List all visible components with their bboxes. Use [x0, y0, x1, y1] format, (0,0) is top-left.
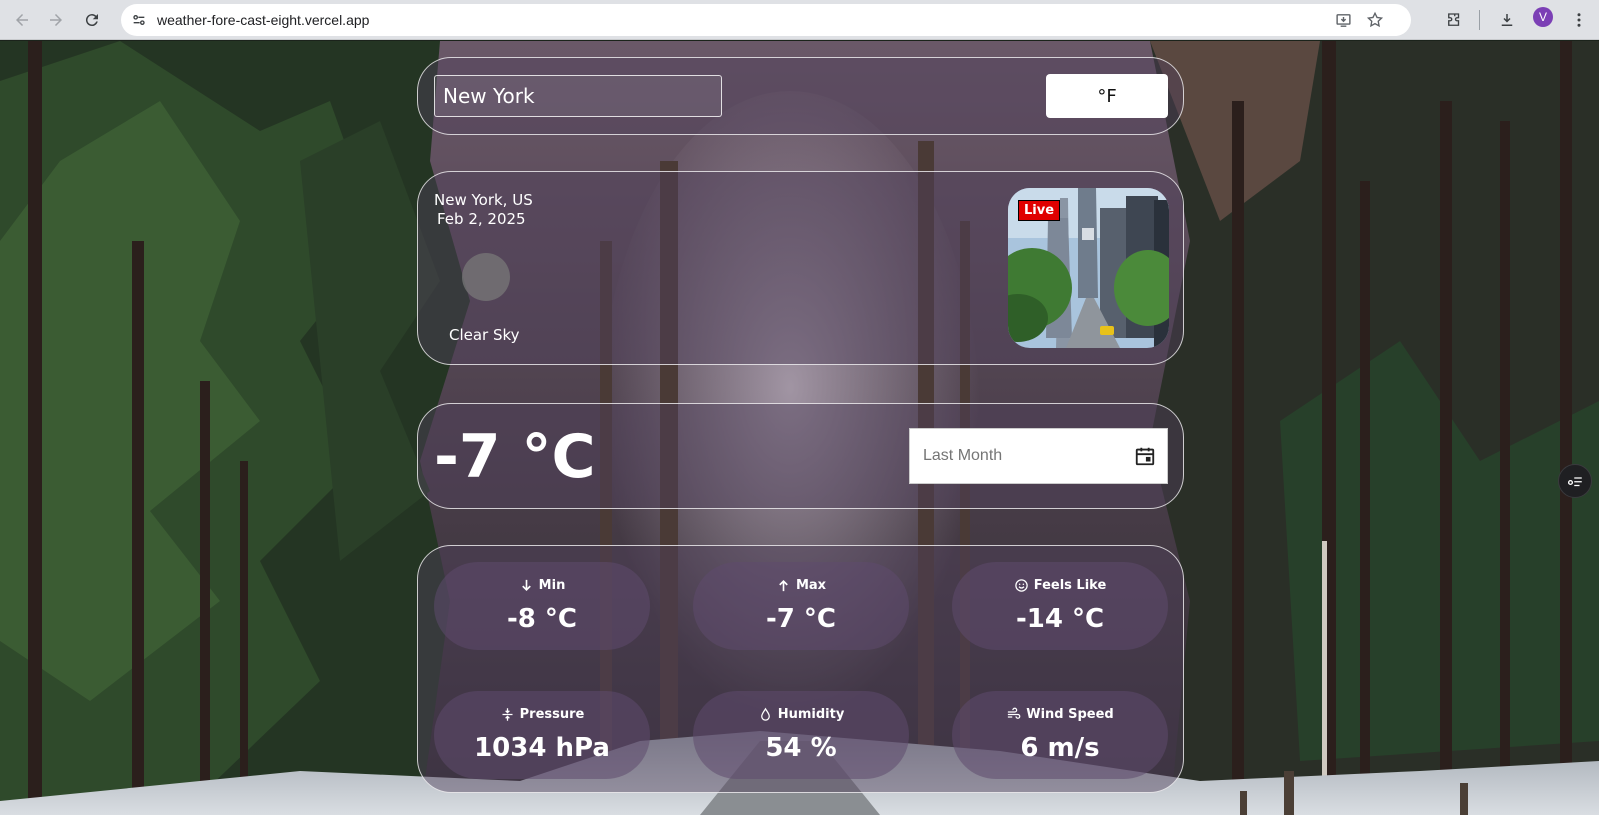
address-bar[interactable]: weather-fore-cast-eight.vercel.app — [121, 4, 1411, 36]
toolbar-divider — [1479, 10, 1480, 30]
page-viewport: °F New York, US Feb 2, 2025 Clear Sky — [0, 41, 1599, 815]
pressure-value: 1034 hPa — [474, 733, 610, 763]
pressure-tile: Pressure 1034 hPa — [434, 691, 650, 779]
wind-icon — [1008, 707, 1021, 719]
humidity-tile: Humidity 54 % — [693, 691, 909, 779]
max-temp-label: Max — [795, 578, 827, 593]
location-date: Feb 2, 2025 — [437, 210, 526, 228]
wind-speed-label: Wind Speed — [1026, 707, 1114, 722]
city-search-input[interactable] — [434, 75, 722, 117]
pressure-label: Pressure — [519, 707, 585, 722]
weather-description: Clear Sky — [449, 326, 520, 344]
wind-speed-tile: Wind Speed 6 m/s — [952, 691, 1168, 779]
url-text[interactable]: weather-fore-cast-eight.vercel.app — [157, 12, 369, 28]
bookmark-star-icon[interactable] — [1363, 8, 1387, 32]
feels-like-label: Feels Like — [1033, 578, 1107, 593]
feels-like-tile: Feels Like -14 °C — [952, 562, 1168, 650]
downloads-icon[interactable] — [1493, 6, 1521, 34]
min-temp-value: -8 °C — [506, 604, 577, 634]
side-panel-toggle-icon[interactable] — [1558, 464, 1592, 498]
site-info-icon[interactable] — [127, 8, 151, 32]
reload-icon[interactable] — [78, 6, 106, 34]
history-date-field[interactable]: Last Month — [909, 428, 1168, 484]
kebab-menu-icon[interactable] — [1565, 6, 1593, 34]
location-name: New York, US — [434, 191, 533, 209]
feels-like-value: -14 °C — [1015, 604, 1105, 634]
arrow-up-icon — [779, 579, 788, 592]
max-temp-tile: Max -7 °C — [693, 562, 909, 650]
back-icon[interactable] — [8, 6, 36, 34]
location-card: New York, US Feb 2, 2025 Clear Sky Live — [417, 171, 1184, 365]
browser-toolbar: weather-fore-cast-eight.vercel.app V — [0, 0, 1599, 40]
calendar-icon[interactable] — [1134, 445, 1156, 467]
smile-icon — [1014, 579, 1028, 592]
weather-condition-icon — [462, 253, 510, 301]
current-temperature: -7 °C — [434, 422, 596, 492]
weather-details-card: Min -8 °C Max -7 °C Feels Like -14 °C Pr… — [417, 545, 1184, 793]
humidity-label: Humidity — [777, 707, 845, 722]
pressure-icon — [502, 708, 513, 721]
unit-toggle-button[interactable]: °F — [1046, 74, 1168, 118]
arrow-down-icon — [521, 579, 531, 592]
max-temp-value: -7 °C — [765, 604, 836, 634]
wind-speed-value: 6 m/s — [1020, 733, 1100, 763]
extensions-icon[interactable] — [1440, 6, 1468, 34]
history-date-placeholder: Last Month — [923, 447, 1003, 464]
live-badge: Live — [1018, 200, 1061, 221]
install-app-icon[interactable] — [1331, 8, 1355, 32]
live-city-camera-thumbnail[interactable]: Live — [1008, 188, 1169, 348]
humidity-value: 54 % — [765, 733, 837, 763]
min-temp-label: Min — [538, 578, 566, 593]
min-temp-tile: Min -8 °C — [434, 562, 650, 650]
forward-icon[interactable] — [42, 6, 70, 34]
search-card: °F — [417, 57, 1184, 135]
temperature-card: -7 °C Last Month — [417, 403, 1184, 509]
droplet-icon — [760, 707, 770, 721]
profile-avatar[interactable]: V — [1533, 7, 1553, 27]
